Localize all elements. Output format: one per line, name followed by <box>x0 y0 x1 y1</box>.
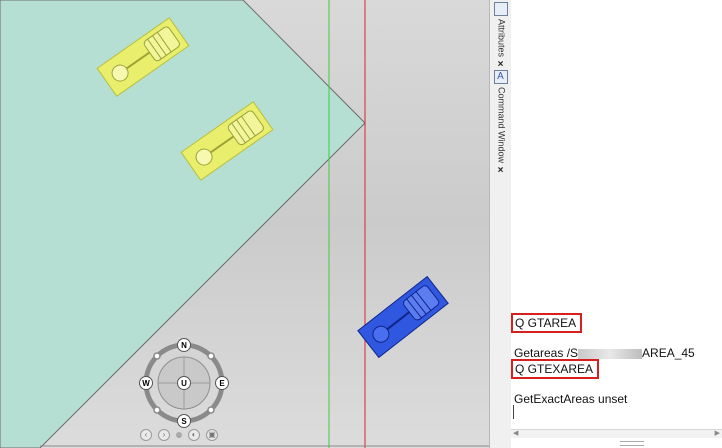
compass-east-button[interactable]: E <box>215 376 229 390</box>
close-icon[interactable]: × <box>490 165 511 176</box>
compass-north-button[interactable]: N <box>177 338 191 352</box>
3d-viewport[interactable]: N S W E U ‹ › ◐ ▣ <box>0 0 489 448</box>
horizontal-scrollbar[interactable]: ◀ ▶ <box>511 429 722 438</box>
scroll-right-icon[interactable]: ▶ <box>715 429 720 437</box>
command-line-highlighted: Q GTAREA <box>511 313 583 333</box>
svg-text:N: N <box>181 341 187 350</box>
command-text: AREA_45 <box>642 346 695 360</box>
tab-command-window[interactable]: A Command Window × <box>490 68 511 176</box>
tab-attributes-label: Attributes <box>496 19 507 58</box>
tab-command-window-label: Command Window <box>496 87 507 164</box>
compass-up-button[interactable]: U <box>177 376 191 390</box>
orbit-icon[interactable]: ◐ <box>188 429 200 441</box>
scroll-left-icon[interactable]: ◀ <box>513 429 518 437</box>
home-view-icon[interactable] <box>176 432 182 438</box>
svg-text:S: S <box>181 417 187 426</box>
compass-west-button[interactable]: W <box>139 376 153 390</box>
view-navigation-controls: ‹ › ◐ ▣ <box>140 429 218 441</box>
svg-text:U: U <box>181 379 187 388</box>
model-scene <box>0 0 489 448</box>
svg-text:E: E <box>219 379 225 388</box>
next-view-icon[interactable]: › <box>158 429 170 441</box>
command-line: GetExactAreas unset <box>514 392 628 406</box>
command-line: Getareas /S AREA_45 <box>514 346 695 360</box>
previous-view-icon[interactable]: ‹ <box>140 429 152 441</box>
command-text: Getareas /S <box>514 346 579 360</box>
compass-south-button[interactable]: S <box>177 414 191 428</box>
text-cursor <box>513 405 514 419</box>
command-window[interactable]: Q GTAREA Getareas /S AREA_45 Q GTEXAREA G… <box>511 0 722 448</box>
navigation-compass[interactable]: N S W E U <box>139 338 229 428</box>
tab-attributes[interactable]: Attributes × <box>490 0 511 70</box>
resize-grip[interactable] <box>620 441 644 446</box>
attributes-icon <box>493 2 508 16</box>
side-panel-tabs: Attributes × A Command Window × <box>489 0 512 448</box>
equipment-blue-selected[interactable] <box>357 275 449 359</box>
command-line-highlighted: Q GTEXAREA <box>511 359 600 379</box>
svg-text:W: W <box>142 379 150 388</box>
redacted-text <box>578 348 643 359</box>
command-window-icon: A <box>493 70 508 84</box>
view-cube-icon[interactable]: ▣ <box>206 429 218 441</box>
